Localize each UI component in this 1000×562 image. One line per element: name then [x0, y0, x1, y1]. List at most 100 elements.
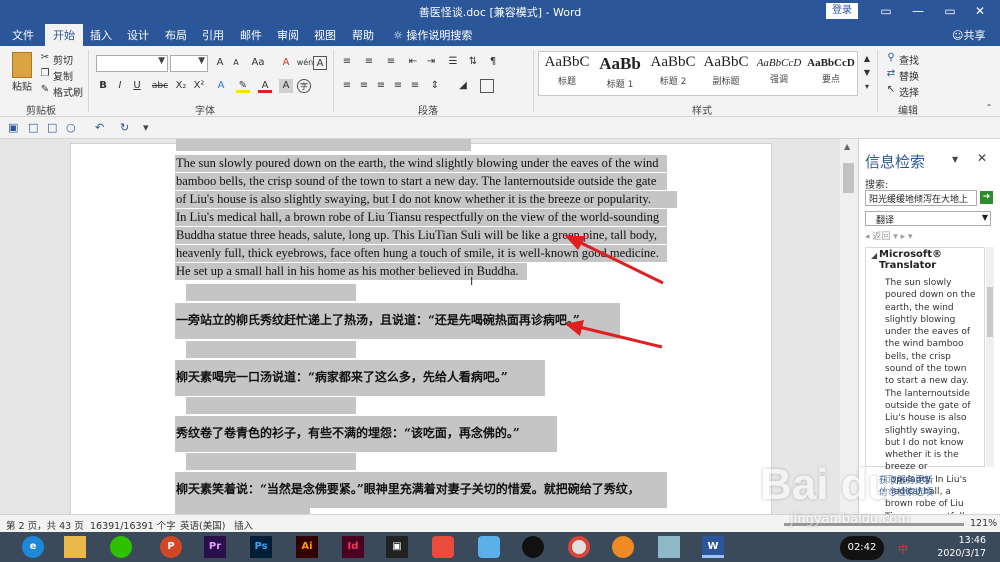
word-taskbar-icon[interactable]: W	[702, 536, 724, 558]
line-spacing-icon[interactable]: ⇕	[428, 79, 442, 93]
tab-layout[interactable]: 布局	[165, 27, 187, 43]
word-count[interactable]: 16391/16391 个字	[90, 518, 176, 532]
bold-button[interactable]: B	[96, 79, 110, 93]
increase-indent-icon[interactable]: ⇥	[424, 55, 438, 69]
page-count[interactable]: 第 2 页，共 43 页	[6, 518, 84, 532]
chevron-down-icon[interactable]: ▼	[952, 155, 958, 164]
powerpoint-icon[interactable]: P	[160, 536, 182, 558]
style-emphasis[interactable]: AaBbCcD 强调	[753, 54, 805, 94]
scrollbar-thumb[interactable]	[843, 163, 854, 193]
change-case-button[interactable]: Aa	[248, 56, 268, 70]
language-indicator[interactable]: 英语(美国)	[180, 518, 225, 532]
sort-icon[interactable]: ⇅	[466, 55, 480, 69]
font-color-button[interactable]: A	[258, 79, 272, 93]
tab-design[interactable]: 设计	[127, 27, 149, 43]
app-icon[interactable]	[612, 536, 634, 558]
styles-scroll-up-icon[interactable]: ▲	[860, 52, 874, 66]
browser-icon[interactable]: e	[22, 536, 44, 558]
styles-more-icon[interactable]: ▾	[860, 80, 874, 94]
decrease-indent-icon[interactable]: ⇤	[406, 55, 420, 69]
italic-button[interactable]: I	[113, 79, 127, 93]
document-area[interactable]: The sun slowly poured down on the earth,…	[0, 139, 858, 514]
distribute-icon[interactable]: ≡	[408, 79, 422, 93]
paste-icon[interactable]	[12, 52, 32, 78]
zoom-level[interactable]: 121%	[970, 518, 997, 529]
print-preview-icon[interactable]: ○	[66, 121, 76, 134]
chrome-icon[interactable]	[568, 536, 590, 558]
tab-view[interactable]: 视图	[314, 27, 336, 43]
superscript-button[interactable]: X²	[192, 79, 206, 93]
grow-font-icon[interactable]: A	[213, 56, 227, 70]
replace-button[interactable]: 替换	[899, 68, 919, 83]
find-button[interactable]: 查找	[899, 52, 919, 67]
style-strong[interactable]: AaBbCcD 要点	[805, 54, 857, 94]
show-marks-icon[interactable]: ¶	[486, 55, 500, 69]
strikethrough-button[interactable]: abc	[150, 79, 170, 93]
phonetic-guide-icon[interactable]: wén	[296, 56, 314, 70]
select-button[interactable]: 选择	[899, 84, 919, 99]
tell-me-search[interactable]: ☼ 操作说明搜索	[393, 27, 472, 43]
style-title[interactable]: AaBbC 标题	[541, 54, 593, 94]
borders-icon[interactable]	[480, 79, 494, 93]
numbering-icon[interactable]: ≡	[362, 55, 376, 69]
tab-insert[interactable]: 插入	[90, 27, 112, 43]
scroll-up-icon[interactable]: ▲	[844, 142, 850, 151]
window-app-icon[interactable]	[658, 536, 680, 558]
format-painter-button[interactable]: 格式刷	[53, 84, 83, 99]
media-icon[interactable]	[432, 536, 454, 558]
photoshop-icon[interactable]: Ps	[250, 536, 272, 558]
underline-button[interactable]: U	[130, 79, 144, 93]
recording-timer[interactable]: 02:42	[840, 536, 884, 560]
shading-icon[interactable]: ◢	[456, 79, 470, 93]
style-subtitle[interactable]: AaBbC 副标题	[700, 54, 752, 94]
redo-icon[interactable]: ↻	[120, 121, 129, 134]
cut-button[interactable]: 剪切	[53, 52, 73, 67]
tab-references[interactable]: 引用	[202, 27, 224, 43]
document-page[interactable]: The sun slowly poured down on the earth,…	[70, 139, 772, 514]
tab-home[interactable]: 开始	[45, 24, 83, 46]
style-heading-2[interactable]: AaBbC 标题 2	[647, 54, 699, 94]
bullets-icon[interactable]: ≡	[340, 55, 354, 69]
share-button[interactable]: ☺共享	[952, 27, 985, 43]
vertical-scrollbar[interactable]: ▲	[840, 139, 858, 514]
collapse-ribbon-icon[interactable]: ⌃	[982, 101, 996, 115]
character-shading-icon[interactable]: A	[279, 79, 293, 93]
multilevel-list-icon[interactable]: ≡	[384, 55, 398, 69]
clear-format-icon[interactable]: A	[279, 56, 293, 70]
minimize-button[interactable]: —	[904, 2, 932, 20]
zoom-slider[interactable]	[784, 523, 964, 526]
ribbon-display-options-button[interactable]: ▭	[872, 2, 900, 20]
close-icon[interactable]: ✕	[977, 151, 987, 165]
new-document-icon[interactable]: □	[28, 121, 38, 134]
align-right-icon[interactable]: ≡	[374, 79, 388, 93]
illustrator-icon[interactable]: Ai	[296, 536, 318, 558]
system-clock[interactable]: 13:46 2020/3/17	[926, 534, 986, 560]
close-button[interactable]: ✕	[966, 2, 994, 20]
styles-gallery[interactable]: AaBbC 标题 AaBb 标题 1 AaBbC 标题 2 AaBbC 副标题 AaBb…	[538, 51, 858, 96]
highlight-color-icon[interactable]: ✎	[236, 79, 250, 93]
restore-button[interactable]: ▭	[936, 2, 964, 20]
wechat-icon[interactable]	[110, 536, 132, 558]
research-options-link[interactable]: 信息检索选项	[879, 487, 933, 499]
align-center-icon[interactable]: ≡	[357, 79, 371, 93]
tab-mailings[interactable]: 邮件	[240, 27, 262, 43]
tab-help[interactable]: 帮助	[352, 27, 374, 43]
font-size-combo[interactable]: ▼	[170, 55, 208, 72]
file-explorer-icon[interactable]	[64, 536, 86, 558]
style-heading-1[interactable]: AaBb 标题 1	[594, 54, 646, 94]
styles-scroll-down-icon[interactable]: ▼	[860, 66, 874, 80]
go-arrow-icon[interactable]: ➜	[980, 191, 993, 204]
tab-file[interactable]: 文件	[12, 27, 34, 43]
insert-mode[interactable]: 插入	[234, 518, 253, 532]
indesign-icon[interactable]: Id	[342, 536, 364, 558]
ime-icon[interactable]: 中	[898, 541, 908, 556]
results-scrollbar[interactable]	[986, 247, 994, 467]
justify-icon[interactable]: ≡	[391, 79, 405, 93]
premiere-icon[interactable]: Pr	[204, 536, 226, 558]
subscript-button[interactable]: X₂	[174, 79, 188, 93]
scrollbar-thumb[interactable]	[987, 287, 993, 337]
chat-app-icon[interactable]	[478, 536, 500, 558]
save-icon[interactable]: ▣	[8, 121, 18, 134]
service-select[interactable]: 翻译 ▼	[865, 211, 991, 226]
back-forward-nav[interactable]: ◂ 返回 ▾ ▸ ▾	[865, 229, 913, 242]
